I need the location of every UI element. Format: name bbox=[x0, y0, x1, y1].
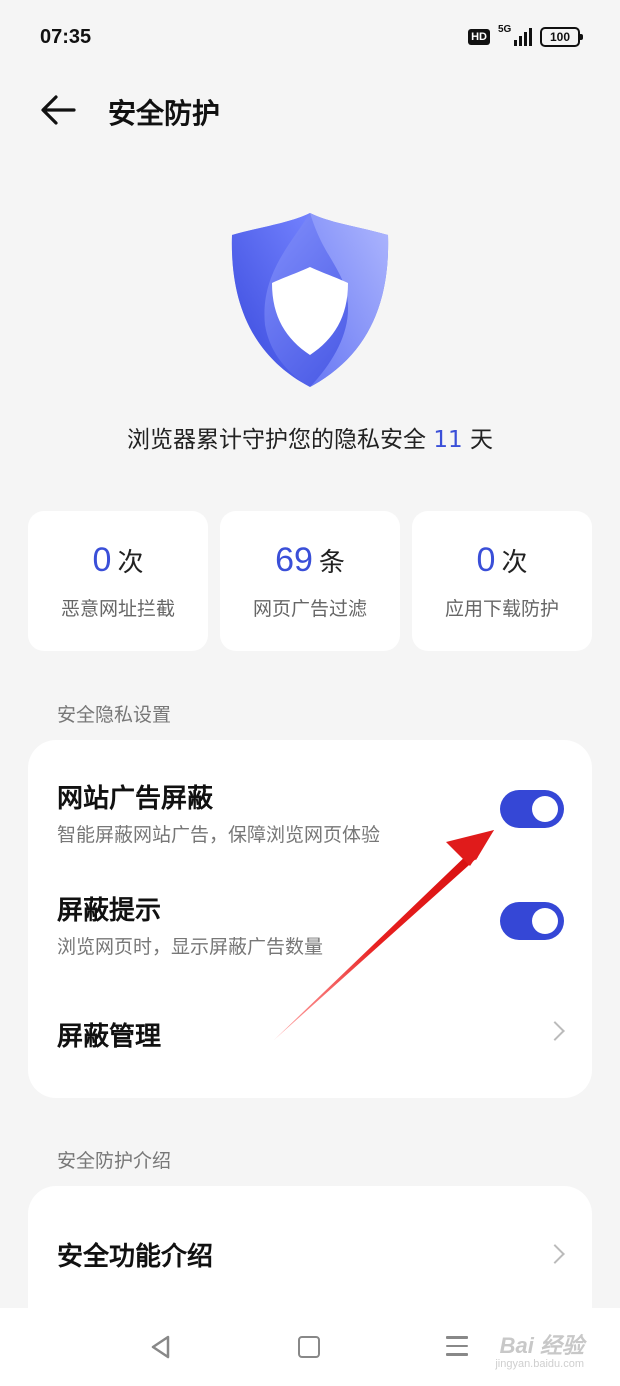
stat-unit: 次 bbox=[501, 548, 528, 578]
setting-subtitle: 浏览网页时，显示屏蔽广告数量 bbox=[57, 936, 324, 958]
stat-label: 网页广告过滤 bbox=[252, 598, 367, 620]
section-label-privacy: 安全隐私设置 bbox=[57, 704, 172, 726]
privacy-settings-card: 网站广告屏蔽 智能屏蔽网站广告，保障浏览网页体验 屏蔽提示 浏览网页时，显示屏蔽… bbox=[28, 740, 592, 1098]
stat-unit: 次 bbox=[117, 548, 144, 578]
battery-icon: 100 bbox=[540, 27, 583, 47]
stat-value: 0 bbox=[92, 541, 112, 579]
guard-days: 11 bbox=[433, 427, 463, 453]
setting-subtitle: 智能屏蔽网站广告，保障浏览网页体验 bbox=[57, 824, 381, 846]
toggle-knob bbox=[532, 908, 558, 934]
guard-text-prefix: 浏览器累计守护您的隐私安全 bbox=[127, 427, 427, 453]
intro-row-security-features[interactable]: 安全功能介绍 bbox=[28, 1186, 592, 1316]
stat-value: 0 bbox=[476, 541, 496, 579]
stat-unit: 条 bbox=[318, 548, 345, 578]
watermark-url: jingyan.baidu.com bbox=[495, 1358, 584, 1370]
guard-text-suffix: 天 bbox=[469, 427, 493, 453]
setting-row-block-management[interactable]: 屏蔽管理 bbox=[28, 980, 592, 1080]
system-nav-bar: Bai 经验 jingyan.baidu.com bbox=[0, 1308, 620, 1386]
signal-icon: 5G bbox=[498, 24, 532, 48]
nav-menu-icon[interactable] bbox=[446, 1336, 468, 1358]
guard-summary: 浏览器累计守护您的隐私安全 11 天 bbox=[0, 420, 620, 454]
block-tip-toggle[interactable] bbox=[500, 902, 564, 940]
chevron-right-icon bbox=[545, 1021, 565, 1041]
stat-value: 69 bbox=[275, 541, 313, 579]
app-bar: 安全防护 bbox=[0, 80, 620, 140]
hd-icon: HD bbox=[468, 29, 490, 45]
page-title: 安全防护 bbox=[108, 97, 221, 130]
nav-back-icon[interactable] bbox=[148, 1334, 174, 1360]
setting-row-block-tip[interactable]: 屏蔽提示 浏览网页时，显示屏蔽广告数量 bbox=[28, 852, 592, 964]
setting-title: 屏蔽提示 bbox=[57, 896, 162, 926]
setting-row-ad-block[interactable]: 网站广告屏蔽 智能屏蔽网站广告，保障浏览网页体验 bbox=[28, 740, 592, 852]
arrow-left-icon[interactable] bbox=[40, 94, 76, 126]
shield-icon bbox=[220, 205, 400, 395]
status-time: 07:35 bbox=[40, 26, 92, 48]
nav-home-icon[interactable] bbox=[298, 1336, 320, 1358]
stat-card-ad-filter[interactable]: 69 条 网页广告过滤 bbox=[220, 511, 400, 651]
watermark-logo: Bai 经验 bbox=[499, 1333, 584, 1358]
status-bar: 07:35 HD 5G 100 bbox=[0, 0, 620, 76]
chevron-right-icon bbox=[545, 1244, 565, 1264]
section-label-intro: 安全防护介绍 bbox=[57, 1150, 172, 1172]
status-icons: HD 5G 100 bbox=[468, 24, 583, 48]
toggle-knob bbox=[532, 796, 558, 822]
stats-row: 0次 恶意网址拦截 69 条 网页广告过滤 0次 应用下载防护 bbox=[28, 511, 592, 651]
setting-title: 网站广告屏蔽 bbox=[57, 784, 214, 814]
network-type-label: 5G bbox=[498, 24, 512, 35]
stat-label: 恶意网址拦截 bbox=[60, 598, 175, 620]
stat-card-download-protection[interactable]: 0次 应用下载防护 bbox=[412, 511, 592, 651]
ad-block-toggle[interactable] bbox=[500, 790, 564, 828]
intro-title: 安全功能介绍 bbox=[57, 1242, 214, 1272]
setting-title: 屏蔽管理 bbox=[57, 1022, 162, 1052]
stat-label: 应用下载防护 bbox=[444, 598, 559, 620]
stat-card-malicious-url[interactable]: 0次 恶意网址拦截 bbox=[28, 511, 208, 651]
